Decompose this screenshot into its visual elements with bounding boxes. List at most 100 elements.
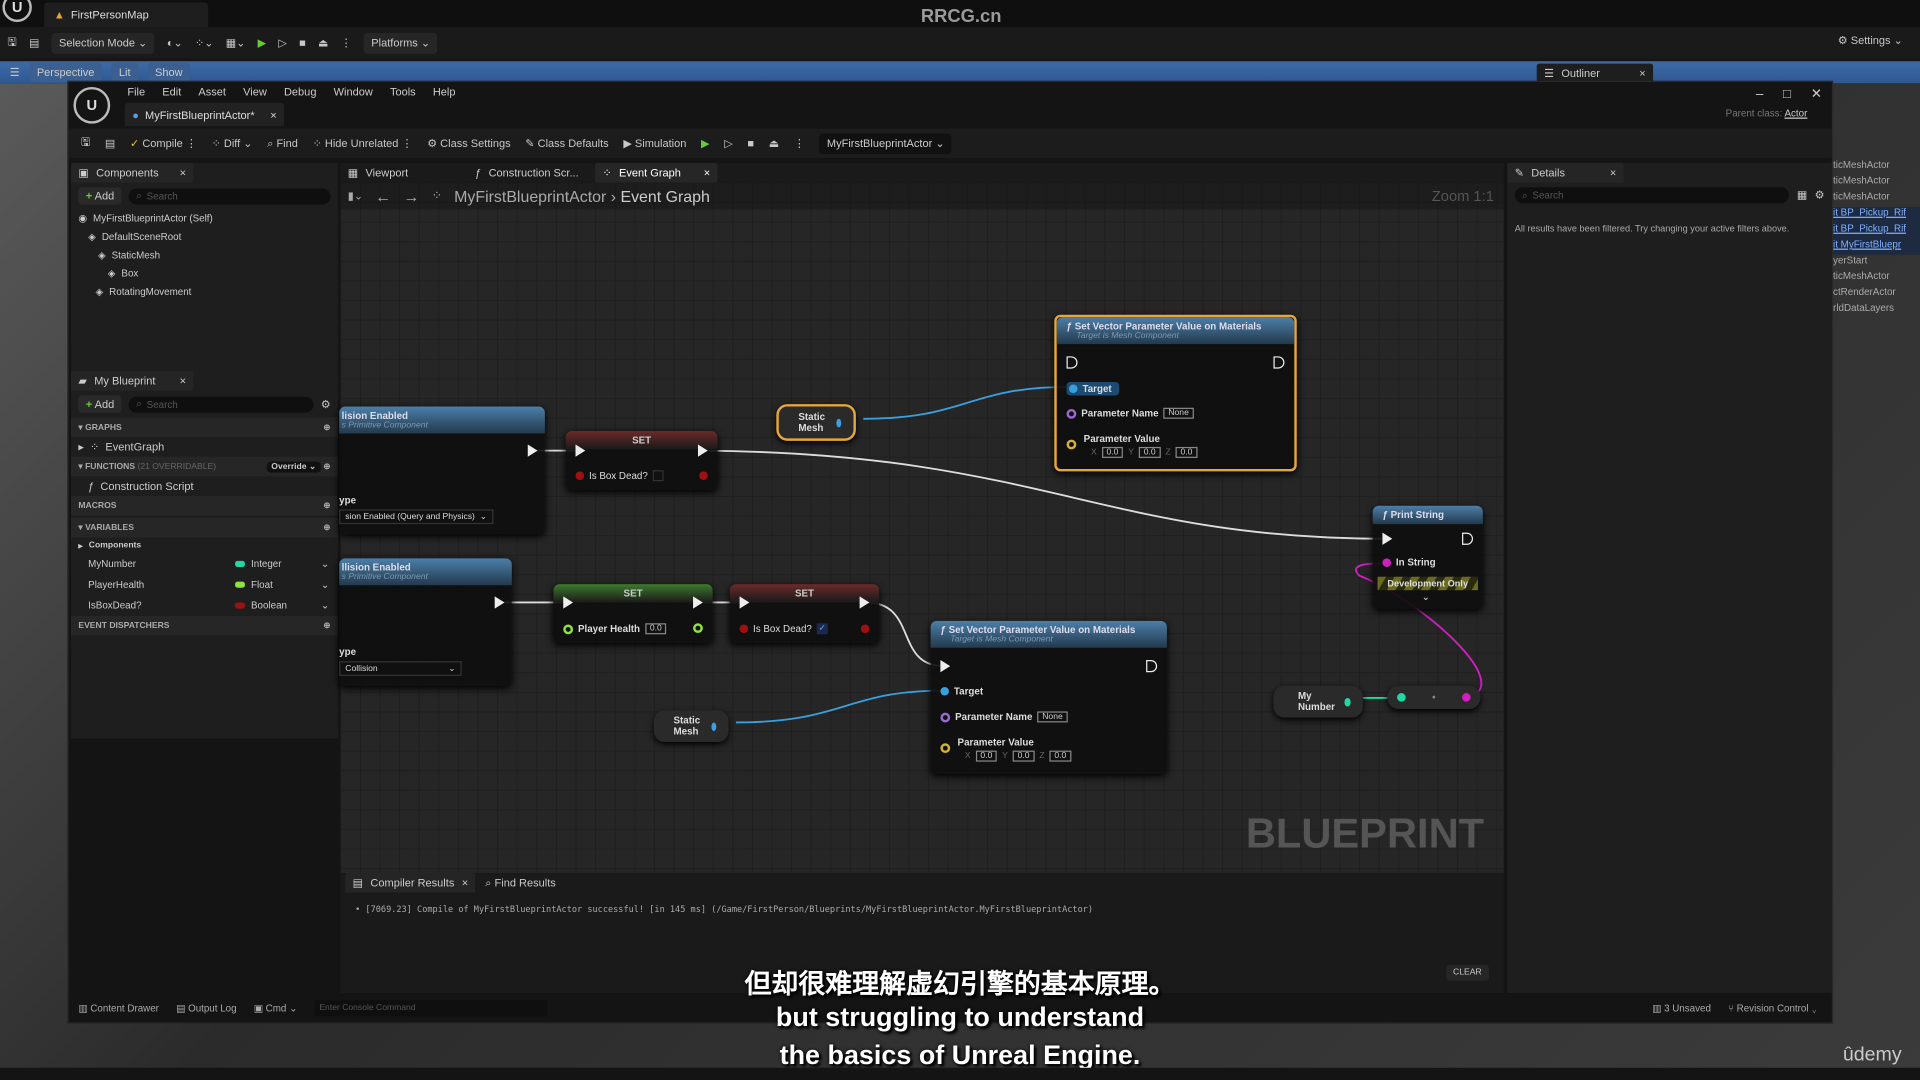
my-number-getter[interactable]: My Number xyxy=(1273,685,1364,718)
my-blueprint-search-input[interactable]: ⌕ Search xyxy=(128,396,314,413)
diff-button[interactable]: ⁘ Diff ⌄ xyxy=(212,137,253,150)
class-defaults-button[interactable]: ✎ Class Defaults xyxy=(525,137,608,150)
player-health-pin[interactable]: Player Health 0.0 xyxy=(563,623,667,635)
exec-out-pin[interactable] xyxy=(1462,532,1474,545)
set-vector-parameter-node-1[interactable]: ƒ Set Vector Parameter Value on Material… xyxy=(1054,314,1297,472)
component-tree-item[interactable]: ◈ Box xyxy=(71,264,338,282)
add-function-icon[interactable]: ⊕ xyxy=(323,463,330,472)
component-tree-item[interactable]: ◈ DefaultSceneRoot xyxy=(71,228,338,246)
parent-class-link[interactable]: Actor xyxy=(1784,108,1807,119)
outliner-item[interactable]: rldDataLayers xyxy=(1833,302,1920,318)
to-string-conversion-node[interactable]: • xyxy=(1387,685,1481,709)
chevron-down-icon[interactable]: ⌄ xyxy=(321,558,329,569)
z-input[interactable]: 0.0 xyxy=(1049,750,1072,762)
parameter-value-pin[interactable] xyxy=(940,743,951,754)
class-settings-button[interactable]: ⚙ Class Settings xyxy=(427,137,510,150)
add-macro-icon[interactable]: ⊕ xyxy=(323,501,330,511)
variable-type-pill[interactable] xyxy=(235,560,245,567)
close-icon[interactable]: × xyxy=(704,167,710,179)
player-health-value-input[interactable]: 0.0 xyxy=(644,623,667,635)
save-icon[interactable]: 🖫 xyxy=(81,133,90,153)
bookmark-icon[interactable]: ▮⌄ xyxy=(348,189,363,202)
print-string-node[interactable]: ƒ Print String In String Development Onl… xyxy=(1372,505,1483,609)
forward-icon[interactable]: → xyxy=(403,187,419,205)
outliner-item[interactable]: ticMeshActor xyxy=(1833,191,1920,207)
static-mesh-getter-2[interactable]: Static Mesh xyxy=(653,710,729,743)
find-button[interactable]: ⌕ Find xyxy=(267,137,298,150)
outliner-item[interactable]: ticMeshActor xyxy=(1833,271,1920,287)
menu-debug[interactable]: Debug xyxy=(284,86,316,98)
exec-out-pin[interactable] xyxy=(693,596,703,609)
add-component-button[interactable]: + Add xyxy=(78,187,122,205)
exec-out-pin[interactable] xyxy=(859,596,870,609)
save-icon[interactable]: 🖫 xyxy=(7,33,16,53)
collision-type-dropdown[interactable]: sion Enabled (Query and Physics) ⌄ xyxy=(339,509,494,525)
variable-item[interactable]: MyNumber Integer ⌄ xyxy=(71,553,338,574)
exec-in-pin[interactable] xyxy=(575,444,586,457)
outliner-item[interactable]: it BP_Pickup_Rif xyxy=(1833,222,1920,239)
exec-out-pin[interactable] xyxy=(697,444,708,457)
close-icon[interactable]: × xyxy=(270,108,276,120)
details-search-input[interactable]: ⌕ Search xyxy=(1514,187,1790,204)
outliner-item[interactable]: ticMeshActor xyxy=(1833,159,1920,175)
add-actor-icon[interactable]: ◐⌄ xyxy=(167,36,183,49)
outliner-item[interactable]: yerStart xyxy=(1833,255,1920,271)
collision-type-dropdown[interactable]: Collision ⌄ xyxy=(339,661,462,676)
browse-icon[interactable]: ▤ xyxy=(105,137,115,150)
component-tree-item[interactable]: ◈ RotatingMovement xyxy=(71,283,338,301)
play-icon[interactable]: ▶ xyxy=(701,137,709,150)
close-icon[interactable]: × xyxy=(1610,167,1616,179)
exec-in-pin[interactable] xyxy=(940,660,951,673)
cinematics-icon[interactable]: ▦⌄ xyxy=(226,36,246,49)
exec-out-pin[interactable] xyxy=(1273,356,1285,369)
blueprint-tab[interactable]: ● MyFirstBlueprintActor* × xyxy=(124,102,285,127)
eject-icon[interactable]: ⏏ xyxy=(318,36,328,49)
minimize-icon[interactable]: – xyxy=(1756,86,1764,101)
parameter-name-input[interactable]: None xyxy=(1037,711,1068,723)
variable-type-pill[interactable] xyxy=(235,602,245,609)
components-search-input[interactable]: ⌕ Search xyxy=(128,187,331,204)
stop-icon[interactable]: ■ xyxy=(299,37,306,49)
target-pin[interactable]: Target xyxy=(1066,382,1120,396)
viewport-menu-icon[interactable]: ☰ xyxy=(10,66,20,79)
is-box-dead-pin[interactable]: Is Box Dead? xyxy=(575,470,664,482)
z-input[interactable]: 0.0 xyxy=(1175,446,1198,458)
play-icon[interactable]: ▶ xyxy=(258,36,266,49)
table-view-icon[interactable]: ▦ xyxy=(1797,189,1807,202)
outliner-item[interactable]: ctRenderActor xyxy=(1833,287,1920,303)
menu-view[interactable]: View xyxy=(243,86,267,98)
set-collision-enabled-node-2[interactable]: llision Enabled s Primitive Component ype… xyxy=(339,558,512,686)
add-graph-icon[interactable]: ⊕ xyxy=(323,422,330,433)
settings-button[interactable]: ⚙ Settings ⌄ xyxy=(1838,34,1903,47)
exec-out-pin[interactable] xyxy=(494,596,505,609)
checkbox-unchecked[interactable] xyxy=(652,470,664,482)
static-mesh-getter-1[interactable]: Static Mesh xyxy=(776,404,856,441)
more-icon[interactable]: ⋮ xyxy=(794,137,805,150)
find-results-tab[interactable]: ⌕ Find Results xyxy=(485,876,556,889)
graph-tab-2[interactable]: ⁘ Event Graph × xyxy=(595,162,718,183)
variables-section[interactable]: ▾ VARIABLES ⊕ xyxy=(71,517,338,538)
override-dropdown[interactable]: Override ⌄ xyxy=(266,461,322,473)
back-icon[interactable]: ← xyxy=(375,187,391,205)
parameter-name-input[interactable]: None xyxy=(1163,407,1194,419)
maximize-icon[interactable]: □ xyxy=(1783,86,1791,101)
exec-in-pin[interactable] xyxy=(1382,532,1393,545)
compile-button[interactable]: ✓ Compile ⋮ xyxy=(130,137,197,150)
outliner-item[interactable]: it BP_Pickup_Rif xyxy=(1833,206,1920,223)
settings-icon[interactable]: ⚙ xyxy=(321,397,331,410)
close-icon[interactable]: × xyxy=(180,375,186,387)
construction-script-item[interactable]: ƒ Construction Script xyxy=(71,476,338,496)
functions-section[interactable]: ▾ FUNCTIONS (21 OVERRIDABLE) Override ⌄ ⊕ xyxy=(71,456,338,477)
set-is-box-dead-node-2[interactable]: SET Is Box Dead? ✓ xyxy=(729,584,880,643)
eject-icon[interactable]: ⏏ xyxy=(769,137,779,150)
x-input[interactable]: 0.0 xyxy=(975,750,998,762)
close-icon[interactable]: × xyxy=(462,877,468,889)
expand-chevron-icon[interactable]: ⌄ xyxy=(1422,591,1430,602)
variable-type-pill[interactable] xyxy=(235,581,245,588)
set-is-box-dead-node-1[interactable]: SET Is Box Dead? xyxy=(565,431,718,490)
set-vector-parameter-node-2[interactable]: ƒ Set Vector Parameter Value on Material… xyxy=(930,620,1167,774)
add-dispatcher-icon[interactable]: ⊕ xyxy=(323,621,330,631)
parameter-name-pin[interactable]: Parameter Name None xyxy=(1066,407,1194,419)
exec-in-pin[interactable] xyxy=(563,596,574,609)
checkbox-checked[interactable]: ✓ xyxy=(816,623,828,635)
